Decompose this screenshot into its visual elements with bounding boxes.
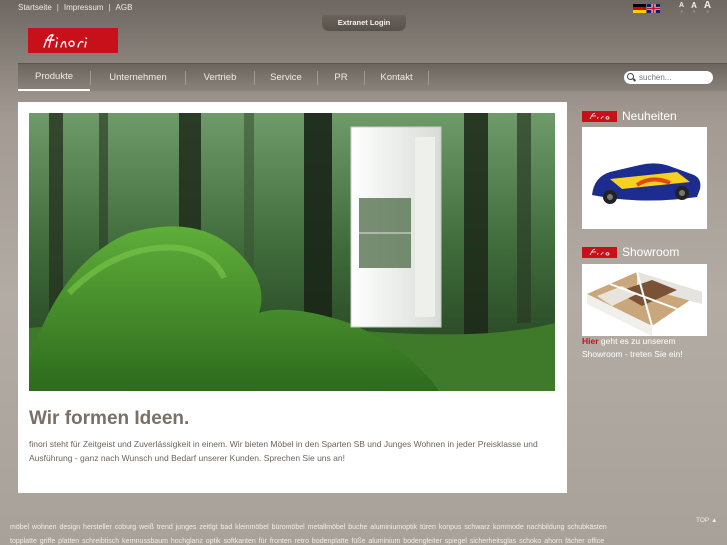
separator: | bbox=[108, 3, 111, 12]
nav-pr[interactable]: PR bbox=[318, 64, 364, 91]
font-size-switcher: A ° A ° A ° bbox=[679, 1, 711, 18]
nav-vertrieb[interactable]: Vertrieb bbox=[186, 64, 254, 91]
finori-mini-logo bbox=[582, 246, 617, 258]
news-bed-image[interactable] bbox=[582, 127, 707, 229]
finori-logo-icon bbox=[589, 113, 609, 120]
link-agb[interactable]: AGB bbox=[116, 3, 133, 12]
link-startseite[interactable]: Startseite bbox=[18, 3, 52, 12]
english-flag-icon[interactable] bbox=[647, 4, 660, 13]
font-size-large-button[interactable]: A ° bbox=[704, 1, 711, 18]
link-impressum[interactable]: Impressum bbox=[64, 3, 104, 12]
font-size-medium-button[interactable]: A ° bbox=[691, 2, 697, 18]
dot-icon: ° bbox=[706, 11, 709, 17]
nav-divider bbox=[428, 70, 429, 85]
race-car-bed-illustration bbox=[582, 127, 707, 229]
finori-logo[interactable] bbox=[28, 28, 118, 53]
font-size-small-button[interactable]: A ° bbox=[679, 2, 684, 18]
nav-service[interactable]: Service bbox=[255, 64, 317, 91]
showroom-title[interactable]: Showroom bbox=[622, 245, 679, 259]
hero-forest-image bbox=[29, 113, 555, 391]
forest-scene-illustration bbox=[29, 113, 555, 391]
german-flag-icon[interactable] bbox=[633, 4, 646, 13]
search-icon[interactable] bbox=[627, 73, 636, 82]
floorplan-3d-illustration bbox=[582, 264, 707, 336]
nav-produkte[interactable]: Produkte bbox=[18, 64, 90, 91]
nav-kontakt[interactable]: Kontakt bbox=[365, 64, 428, 91]
page-headline: Wir formen Ideen. bbox=[29, 408, 190, 429]
showroom-description: Hier geht es zu unserem Showroom - trete… bbox=[582, 335, 712, 361]
dot-icon: ° bbox=[692, 11, 696, 17]
showroom-image[interactable] bbox=[582, 264, 707, 336]
news-title[interactable]: Neuheiten bbox=[622, 109, 677, 123]
language-switcher bbox=[633, 4, 660, 13]
showroom-link[interactable]: Hier bbox=[582, 336, 599, 346]
finori-logo-icon bbox=[589, 249, 609, 256]
arrow-up-icon: ▲ bbox=[709, 517, 718, 524]
top-links: Startseite | Impressum | AGB bbox=[18, 3, 132, 12]
nav-unternehmen[interactable]: Unternehmen bbox=[91, 64, 185, 91]
showroom-header: Showroom bbox=[582, 245, 679, 259]
dot-icon: ° bbox=[680, 11, 683, 17]
tag-cloud: möbel wohnen design hersteller coburg we… bbox=[10, 521, 710, 545]
finori-logo-icon bbox=[43, 33, 88, 48]
finori-mini-logo bbox=[582, 110, 617, 122]
intro-text: finori steht für Zeitgeist und Zuverläss… bbox=[29, 439, 538, 463]
main-content: Wir formen Ideen. finori steht für Zeitg… bbox=[18, 102, 567, 493]
search-input[interactable] bbox=[639, 73, 709, 82]
main-navigation: Produkte Unternehmen Vertrieb Service PR… bbox=[18, 63, 727, 91]
separator: | bbox=[56, 3, 59, 12]
tag-line[interactable]: topplatte griffe platten schreibtisch ke… bbox=[10, 535, 710, 545]
search-box bbox=[624, 71, 713, 84]
extranet-login-button[interactable]: Extranet Login bbox=[322, 15, 406, 31]
news-header: Neuheiten bbox=[582, 109, 677, 123]
tag-line[interactable]: möbel wohnen design hersteller coburg we… bbox=[10, 521, 710, 535]
